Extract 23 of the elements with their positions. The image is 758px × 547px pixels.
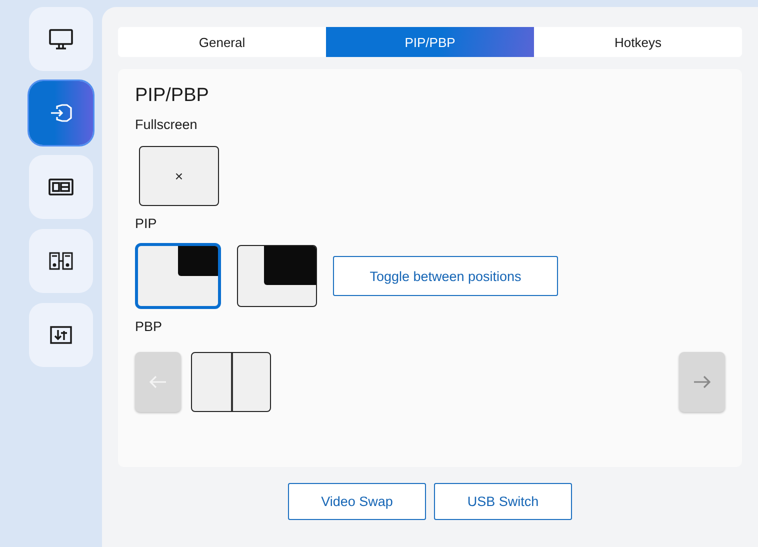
- tab[interactable]: PIP/PBP: [326, 27, 534, 57]
- sidebar-item[interactable]: [29, 7, 93, 71]
- action-button[interactable]: Video Swap: [288, 483, 426, 520]
- monitor-icon: [48, 28, 74, 50]
- sidebar-item[interactable]: [29, 229, 93, 293]
- sidebar-item[interactable]: [29, 155, 93, 219]
- sidebar-item[interactable]: [29, 303, 93, 367]
- pip-layout-tile[interactable]: [237, 245, 317, 307]
- group-label: PIP: [135, 216, 158, 231]
- group-label: Fullscreen: [135, 117, 198, 132]
- fullscreen-tile[interactable]: ×: [139, 146, 219, 206]
- input-icon: [49, 103, 73, 123]
- group-label: PBP: [135, 319, 164, 334]
- adjust-icon: [49, 325, 73, 345]
- right-arrow-icon: [693, 375, 711, 389]
- pip-layout-tile[interactable]: [135, 243, 221, 309]
- toggle-button[interactable]: Toggle between positions: [333, 256, 558, 296]
- left-arrow-icon: [149, 375, 167, 389]
- dual-device-icon: [48, 251, 74, 271]
- layout-icon: [48, 178, 74, 196]
- pbp-layout-tile[interactable]: [191, 352, 271, 412]
- section-title: PIP/PBP: [135, 85, 210, 107]
- action-button[interactable]: USB Switch: [434, 483, 572, 520]
